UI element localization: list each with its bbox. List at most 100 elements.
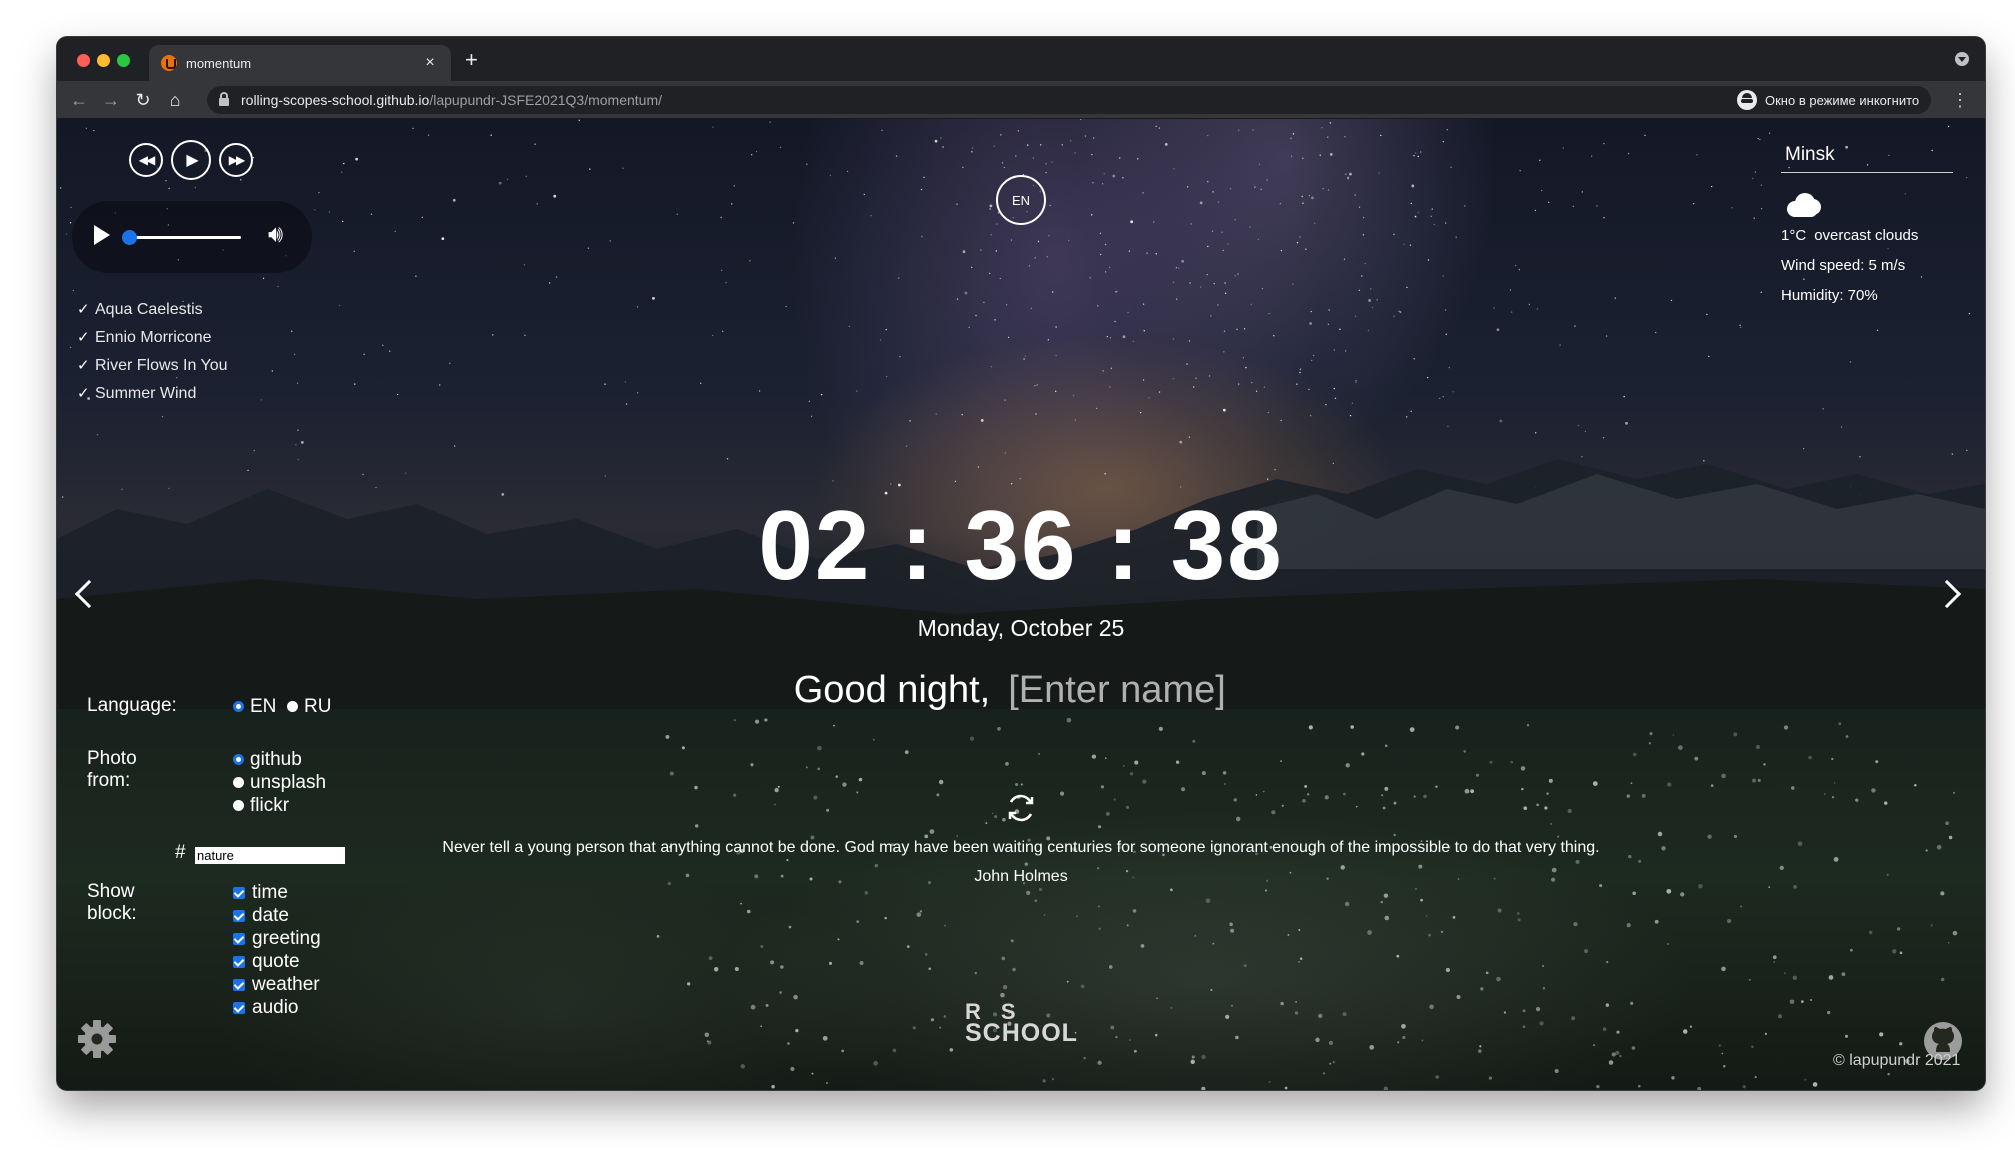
weather-description: overcast clouds xyxy=(1814,227,1919,244)
tab-close-icon[interactable]: × xyxy=(421,54,439,72)
checkbox-quote[interactable] xyxy=(233,955,245,968)
volume-icon[interactable]: 🔊︎ xyxy=(268,221,283,249)
playlist-item[interactable]: ✓ Ennio Morricone xyxy=(77,324,228,352)
quote-author: John Holmes xyxy=(974,868,1068,885)
audio-play-icon[interactable] xyxy=(94,225,110,245)
city-input[interactable]: Minsk xyxy=(1781,144,1953,173)
url-path: /lapupundr-JSFE2021Q3/momentum/ xyxy=(429,92,663,108)
lock-icon[interactable] xyxy=(219,92,229,106)
photo-option-unsplash[interactable]: unsplash xyxy=(233,771,326,794)
rs-school-logo[interactable]: RS SCHOOL xyxy=(965,999,1085,1047)
browser-window: momentum × + ← → ↻ ⌂ rolling-scopes-scho… xyxy=(57,37,1985,1090)
greeting-container: Good night, xyxy=(57,669,1985,712)
block-toggle-quote[interactable]: quote xyxy=(233,950,300,973)
language-option-ru[interactable]: RU xyxy=(287,695,331,718)
browser-toolbar: ← → ↻ ⌂ rolling-scopes-school.github.io /… xyxy=(57,81,1985,119)
tab-momentum[interactable]: momentum × xyxy=(149,45,451,81)
radio-unsplash[interactable] xyxy=(233,777,244,788)
language-option-en[interactable]: EN xyxy=(233,695,276,718)
show-block-label: Show block: xyxy=(87,881,137,924)
photo-option-flickr[interactable]: flickr xyxy=(233,794,289,817)
maximize-window-button[interactable] xyxy=(117,54,130,67)
tab-title: momentum xyxy=(186,55,252,71)
quote-text: Never tell a young person that anything … xyxy=(442,839,1600,856)
humidity: Humidity: 70% xyxy=(1781,287,1878,304)
block-toggle-audio[interactable]: audio xyxy=(233,996,299,1019)
back-icon[interactable]: ← xyxy=(67,88,91,112)
playlist-item[interactable]: ✓ Summer Wind xyxy=(77,380,228,408)
incognito-label: Окно в режиме инкогнито xyxy=(1765,92,1920,108)
playlist-item[interactable]: ✓ River Flows In You xyxy=(77,352,228,380)
tab-bar: momentum × + xyxy=(57,37,1985,81)
incognito-indicator[interactable]: Окно в режиме инкогнито xyxy=(1733,86,1932,114)
radio-en[interactable] xyxy=(233,701,244,712)
radio-github[interactable] xyxy=(233,754,244,765)
radio-ru[interactable] xyxy=(287,701,298,712)
next-track-icon[interactable]: ▶▶ xyxy=(219,143,253,177)
new-tab-button[interactable]: + xyxy=(465,49,478,71)
name-input[interactable] xyxy=(1008,669,1249,712)
quote-refresh-icon[interactable] xyxy=(1004,791,1038,825)
checkbox-date[interactable] xyxy=(233,909,245,922)
wind-speed: Wind speed: 5 m/s xyxy=(1781,257,1906,274)
language-option-en-label: EN xyxy=(250,696,277,717)
check-icon: ✓ xyxy=(77,385,90,402)
address-bar[interactable]: rolling-scopes-school.github.io/lapupund… xyxy=(207,86,1777,114)
playlist: ✓ Aqua Caelestis ✓ Ennio Morricone ✓ River … xyxy=(77,296,228,408)
playlist-item[interactable]: ✓ Aqua Caelestis xyxy=(77,296,228,324)
rs-logo-bottom: SCHOOL xyxy=(965,1019,1078,1047)
reload-icon[interactable]: ↻ xyxy=(131,88,155,112)
block-toggle-weather-label: weather xyxy=(252,974,320,995)
block-toggle-date-label: date xyxy=(252,905,289,926)
photo-option-github-label: github xyxy=(250,749,302,770)
audio-progress-handle[interactable] xyxy=(122,230,137,245)
prev-track-icon[interactable]: ◀◀ xyxy=(129,143,163,177)
block-toggle-date[interactable]: date xyxy=(233,904,289,927)
forward-icon[interactable]: → xyxy=(99,88,123,112)
photo-option-github[interactable]: github xyxy=(233,748,302,771)
language-toggle-button[interactable]: EN xyxy=(996,175,1046,225)
close-window-button[interactable] xyxy=(77,54,90,67)
player-controls: ◀◀ ▶ ▶▶ xyxy=(129,140,253,180)
play-icon[interactable]: ▶ xyxy=(171,140,211,180)
radio-flickr[interactable] xyxy=(233,800,244,811)
incognito-icon xyxy=(1737,90,1757,110)
clock-date: Monday, October 25 xyxy=(917,615,1125,641)
url-host: rolling-scopes-school.github.io xyxy=(241,92,430,108)
minimize-window-button[interactable] xyxy=(97,54,110,67)
block-toggle-weather[interactable]: weather xyxy=(233,973,320,996)
clock-time: 02 : 36 : 38 xyxy=(758,490,1284,600)
check-icon: ✓ xyxy=(77,329,90,346)
block-toggle-greeting[interactable]: greeting xyxy=(233,927,321,950)
settings-gear-icon[interactable] xyxy=(77,1019,117,1059)
photo-option-unsplash-label: unsplash xyxy=(250,772,327,793)
block-toggle-quote-label: quote xyxy=(252,951,300,972)
photo-source-label: Photo from: xyxy=(87,748,137,791)
weather-temp-row: 1°C overcast clouds xyxy=(1781,221,1953,251)
cloud-icon xyxy=(1783,191,1823,219)
tab-search-icon[interactable] xyxy=(1955,52,1969,66)
playlist-item-title: Aqua Caelestis xyxy=(95,301,203,318)
language-label: Language: xyxy=(87,695,177,716)
greeting-text: Good night, xyxy=(793,669,991,711)
playlist-item-title: Summer Wind xyxy=(95,385,197,402)
audio-progress-slider[interactable] xyxy=(122,230,241,245)
language-option-ru-label: RU xyxy=(304,696,332,717)
audio-player: 🔊︎ xyxy=(72,201,312,273)
starfield-background xyxy=(59,119,1971,1090)
checkbox-time[interactable] xyxy=(233,886,245,899)
favicon-icon xyxy=(161,55,177,71)
temperature: 1°C xyxy=(1781,227,1807,244)
check-icon: ✓ xyxy=(77,301,90,318)
checkbox-greeting[interactable] xyxy=(233,932,245,945)
kebab-menu-icon[interactable]: ⋮ xyxy=(1951,89,1969,111)
block-toggle-audio-label: audio xyxy=(252,997,299,1018)
checkbox-weather[interactable] xyxy=(233,978,245,991)
playlist-item-title: River Flows In You xyxy=(95,357,228,374)
check-icon: ✓ xyxy=(77,357,90,374)
home-icon[interactable]: ⌂ xyxy=(163,88,187,112)
block-toggle-greeting-label: greeting xyxy=(252,928,321,949)
momentum-page: ◀◀ ▶ ▶▶ 🔊︎ ✓ Aqua Caelestis ✓ Ennio Morric… xyxy=(57,119,1985,1090)
checkbox-audio[interactable] xyxy=(233,1001,245,1014)
photo-option-flickr-label: flickr xyxy=(250,795,290,816)
